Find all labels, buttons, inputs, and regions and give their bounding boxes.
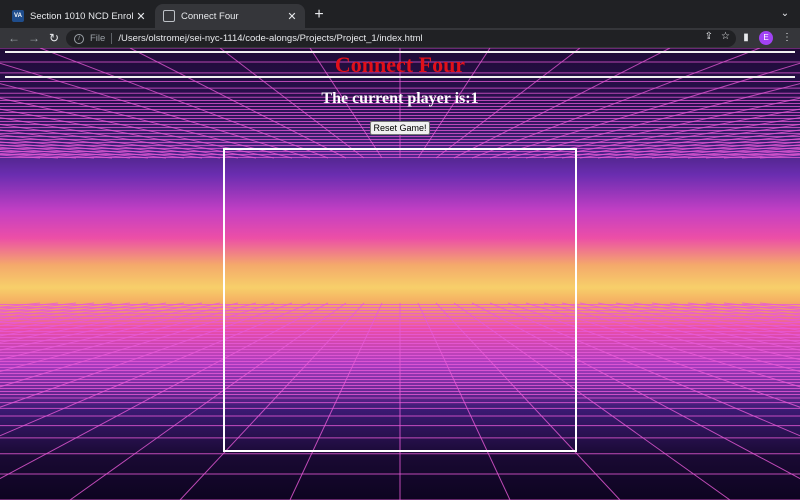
back-button[interactable]: ← — [6, 30, 22, 46]
new-tab-button[interactable]: + — [311, 6, 327, 24]
page-title: Connect Four — [334, 52, 466, 77]
tab-title: Connect Four — [181, 10, 239, 22]
forward-button[interactable]: → — [26, 30, 42, 46]
close-icon[interactable]: ✕ — [285, 10, 299, 23]
scheme-label: File — [90, 33, 106, 44]
share-icon[interactable]: ⇪ — [705, 31, 713, 42]
star-icon[interactable]: ☆ — [721, 31, 730, 42]
avatar[interactable]: E — [759, 31, 773, 45]
globe-icon — [163, 10, 175, 22]
url-text: /Users/olstromej/sei-nyc-1114/code-along… — [118, 33, 423, 44]
game-board[interactable] — [223, 148, 577, 452]
tab-enrollment[interactable]: VA Section 1010 NCD Enrollment W ✕ — [4, 4, 154, 28]
address-bar[interactable]: i File /Users/olstromej/sei-nyc-1114/cod… — [66, 30, 736, 47]
horizontal-rule — [5, 76, 795, 78]
va-favicon-icon: VA — [12, 10, 24, 22]
reload-button[interactable]: ↻ — [46, 30, 62, 46]
menu-icon[interactable]: ⋮ — [780, 30, 794, 46]
tab-title: Section 1010 NCD Enrollment W — [30, 10, 134, 22]
reset-game-button[interactable]: Reset Game! — [370, 121, 430, 135]
tab-connect-four[interactable]: Connect Four ✕ — [155, 4, 305, 28]
tab-bar: VA Section 1010 NCD Enrollment W ✕ Conne… — [0, 0, 800, 28]
divider — [111, 33, 113, 44]
info-icon[interactable]: i — [74, 33, 84, 44]
close-icon[interactable]: ✕ — [134, 10, 148, 23]
browser-toolbar: ← → ↻ i File /Users/olstromej/sei-nyc-11… — [0, 28, 800, 48]
page-viewport: Connect Four The current player is:1 Res… — [0, 48, 800, 500]
tab-search-chevron-icon[interactable]: ⌄ — [778, 8, 792, 20]
side-panel-icon[interactable]: ▮ — [739, 30, 753, 46]
current-player-label: The current player is:1 — [321, 90, 479, 107]
